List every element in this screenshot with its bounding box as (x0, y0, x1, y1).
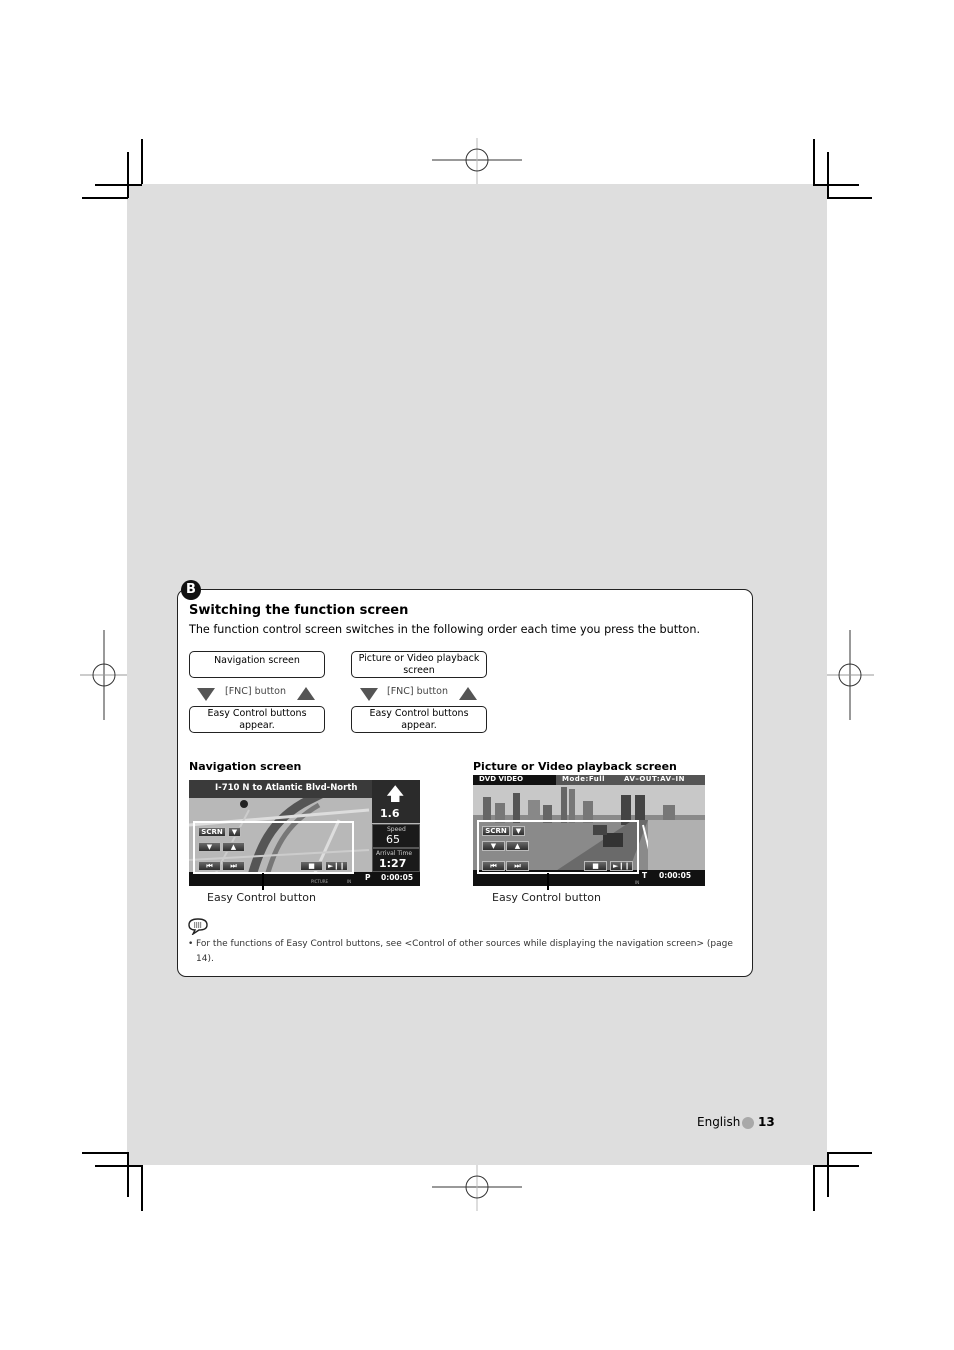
navigation-screenshot: I-710 N to Atlantic Blvd-North 🡅 1.6 Spe… (189, 780, 420, 886)
elapsed-time: 0:00:05 (381, 873, 414, 882)
scrn-button[interactable]: SCRN (482, 826, 510, 836)
page-number: 13 (758, 1115, 775, 1129)
flow-box-navigation-screen: Navigation screen (189, 651, 325, 678)
play-pause-button[interactable]: ►❙❙ (325, 861, 348, 871)
mode-label: Mode:Full (562, 775, 606, 783)
down-button[interactable]: ▼ (198, 842, 221, 852)
previous-button[interactable]: ⏮ (198, 861, 221, 871)
play-pause-button[interactable]: ►❙❙ (610, 861, 633, 871)
arrow-down-icon (197, 688, 215, 701)
registration-mark-top (432, 138, 522, 184)
note-text: For the functions of Easy Control button… (196, 939, 733, 964)
speed-value: 65 (386, 833, 400, 846)
nav-screen-heading: Navigation screen (189, 760, 302, 773)
flow-box-easy-control: Easy Control buttons appear. (351, 706, 487, 733)
video-screen-heading: Picture or Video playback screen (473, 760, 677, 773)
scrn-dropdown-button[interactable]: ▼ (228, 827, 241, 837)
fnc-button-label: [FNC] button (387, 686, 448, 697)
stop-button[interactable]: ■ (300, 861, 323, 871)
arrow-up-icon (459, 687, 477, 700)
speed-label: Speed (387, 826, 406, 833)
arrow-up-icon (297, 687, 315, 700)
callout-line (262, 873, 264, 890)
route-text: I-710 N to Atlantic Blvd-North (215, 783, 358, 793)
status-bar: P 0:00:05 PICTURE IN (189, 872, 420, 886)
previous-button[interactable]: ⏮ (482, 861, 505, 871)
registration-mark-right (827, 630, 874, 720)
scrn-dropdown-button[interactable]: ▼ (512, 826, 525, 836)
arrival-panel: Arrival Time 1:27 (372, 848, 420, 872)
source-label: DVD VIDEO (479, 775, 524, 783)
source-bar: DVD VIDEO (473, 775, 556, 785)
registration-mark-bottom (432, 1165, 522, 1211)
av-out-label: AV–OUT:AV–IN (624, 775, 686, 783)
picture-label: PICTURE (311, 879, 329, 884)
next-button[interactable]: ⏭ (506, 861, 529, 871)
flow-box-easy-control: Easy Control buttons appear. (189, 706, 325, 733)
status-t: T (642, 871, 648, 880)
route-banner: I-710 N to Atlantic Blvd-North (189, 780, 374, 798)
down-button[interactable]: ▼ (482, 841, 505, 851)
next-button[interactable]: ⏭ (222, 861, 245, 871)
status-p: P (365, 873, 371, 882)
note-bullet: • (188, 939, 194, 949)
up-button[interactable]: ▲ (222, 842, 245, 852)
mode-bar: Mode:Full AV–OUT:AV–IN (556, 775, 705, 785)
nav-easy-control-callout: Easy Control button (207, 891, 316, 904)
note-item: • For the functions of Easy Control butt… (188, 937, 738, 967)
fnc-button-label: [FNC] button (225, 686, 286, 697)
scrn-button[interactable]: SCRN (198, 827, 226, 837)
distance-value: 1.6 (380, 807, 400, 820)
flow-box-playback-screen: Picture or Video playback screen (351, 651, 487, 678)
registration-mark-left (80, 630, 127, 720)
section-description: The function control screen switches in … (189, 623, 700, 636)
note-speech-bubble-icon (188, 918, 208, 935)
arrival-value: 1:27 (379, 857, 407, 870)
arrival-label: Arrival Time (376, 850, 413, 857)
up-button[interactable]: ▲ (506, 841, 529, 851)
video-easy-control-callout: Easy Control button (492, 891, 601, 904)
video-playback-screenshot: DVD VIDEO Mode:Full AV–OUT:AV–IN T 0:00:… (473, 775, 705, 886)
speed-panel: Speed 65 (372, 824, 420, 848)
turn-panel: 🡅 1.6 (372, 780, 420, 823)
footer-language: English (697, 1115, 741, 1129)
in-label: IN (347, 879, 352, 884)
arrow-down-icon (360, 688, 378, 701)
in-label: IN (635, 880, 640, 885)
section-badge: B (181, 580, 201, 600)
callout-line (547, 873, 549, 890)
footer-dot-icon (742, 1117, 754, 1129)
section-title: Switching the function screen (189, 603, 409, 618)
stop-button[interactable]: ■ (584, 861, 607, 871)
elapsed-time: 0:00:05 (659, 871, 692, 880)
